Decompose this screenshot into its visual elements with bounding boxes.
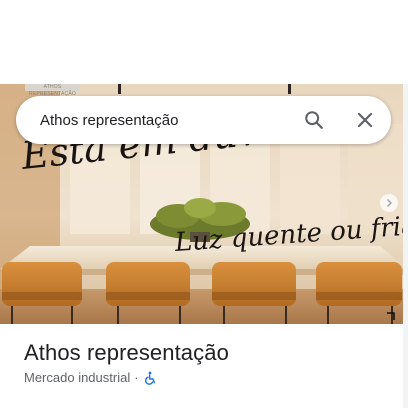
search-input[interactable] bbox=[40, 96, 290, 144]
place-title: Athos representação bbox=[24, 340, 229, 365]
expand-corner-icon bbox=[387, 312, 395, 320]
wheelchair-icon bbox=[143, 371, 157, 385]
scrollbar-track[interactable] bbox=[403, 84, 408, 408]
expand-photo-button[interactable] bbox=[386, 308, 395, 320]
clear-search-button[interactable] bbox=[349, 104, 381, 136]
chevron-right-icon bbox=[387, 199, 392, 207]
search-icon bbox=[305, 111, 323, 129]
place-meta: Mercado industrial · bbox=[24, 370, 157, 385]
close-icon bbox=[357, 112, 373, 128]
search-button[interactable] bbox=[298, 104, 330, 136]
photo-corner-tag: ATHOS REPRESENTAÇÃO bbox=[25, 84, 80, 97]
search-bar bbox=[16, 96, 391, 144]
place-category[interactable]: Mercado industrial bbox=[24, 370, 130, 385]
next-photo-button[interactable] bbox=[380, 194, 398, 212]
meta-separator: · bbox=[134, 370, 139, 385]
